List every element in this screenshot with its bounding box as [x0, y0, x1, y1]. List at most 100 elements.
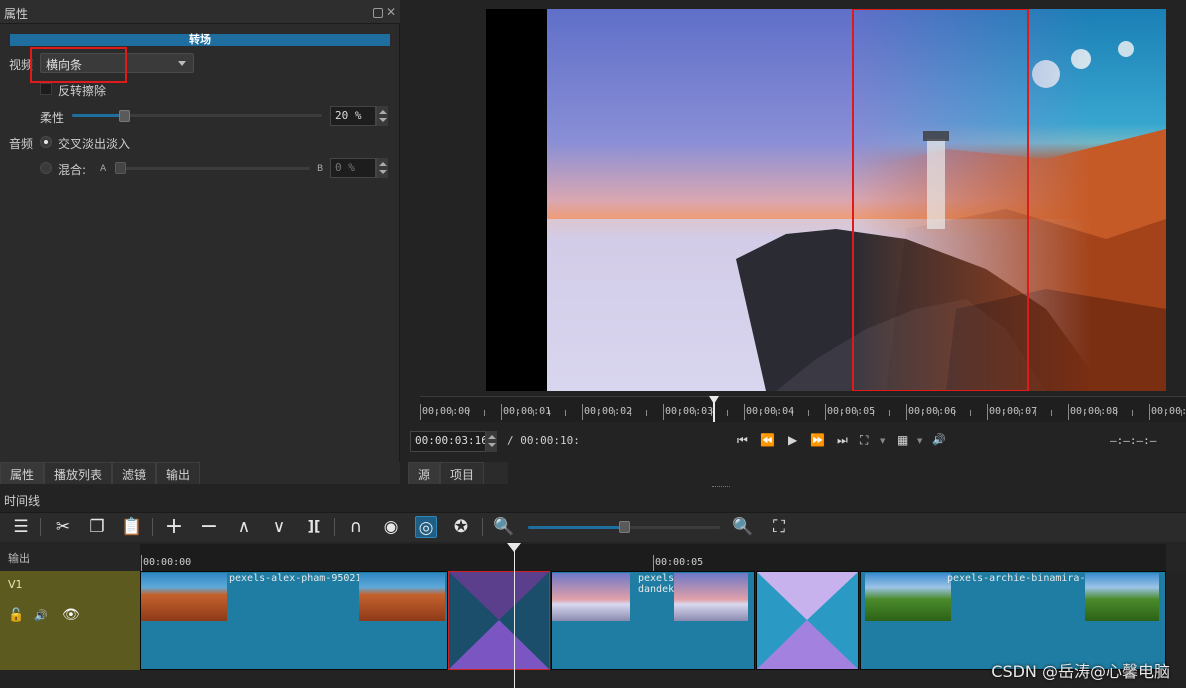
ruler-label: 00:00:06: [908, 406, 957, 417]
left-tabbar: 属性 播放列表 滤镜 输出: [0, 462, 400, 484]
mix-spin-buttons[interactable]: [376, 158, 388, 178]
skip-to-start-icon[interactable]: ⏮: [737, 433, 748, 448]
timeline-title: 时间线: [4, 494, 41, 508]
copy-icon[interactable]: ❐: [86, 516, 108, 538]
cut-icon[interactable]: ✂: [52, 516, 74, 538]
fast-forward-icon[interactable]: ⏩: [810, 433, 825, 447]
ruler-tick: [906, 404, 907, 420]
chevron-down-icon: [178, 61, 186, 66]
eye-icon[interactable]: 👁: [62, 607, 80, 623]
timeline-zoom-handle[interactable]: [619, 521, 630, 533]
zoom-out-icon[interactable]: 🔍: [493, 516, 515, 538]
split-icon[interactable]: ][: [303, 516, 325, 538]
mix-radio[interactable]: [40, 162, 52, 174]
ruler-label: 00:00:00: [422, 406, 471, 417]
transition-clip-selected[interactable]: [448, 571, 550, 670]
tab-source[interactable]: 源: [408, 462, 441, 484]
ruler-minor-tick: [484, 410, 485, 416]
zoom-dropdown-icon[interactable]: ▼: [880, 437, 885, 445]
ruler-minor-tick: [646, 410, 647, 416]
dock-splitter[interactable]: [712, 486, 730, 488]
duration-label: / 00:00:10:: [507, 434, 580, 447]
ruler-minor-tick: [565, 410, 566, 416]
clip-anand-dandekar[interactable]: pexels-anand-dandeka: [551, 571, 755, 670]
transition-icon: [449, 572, 549, 669]
zoom-fit-icon[interactable]: ⛶: [768, 516, 790, 538]
player-tabbar: 源项目: [408, 462, 508, 484]
ruler-label: 00:00:03: [665, 406, 714, 417]
add-icon[interactable]: +: [163, 516, 185, 538]
ruler-tick: [582, 404, 583, 420]
ruler-minor-tick: [889, 410, 890, 416]
reverse-wipe-checkbox[interactable]: [40, 83, 52, 95]
menu-icon[interactable]: ☰: [10, 516, 32, 538]
ruler-label: 00:00:04: [746, 406, 795, 417]
tab-filters[interactable]: 滤镜: [112, 462, 157, 484]
grid-icon[interactable]: ▦: [897, 433, 908, 447]
remove-icon[interactable]: −: [198, 516, 220, 538]
skip-to-end-icon[interactable]: ⏭: [837, 433, 848, 448]
softness-slider-fill: [72, 114, 122, 117]
mute-icon[interactable]: 🔊: [34, 609, 48, 622]
crossfade-label: 交叉淡出淡入: [58, 137, 131, 151]
track-name: V1: [8, 578, 23, 591]
watermark: CSDN @岳涛@心馨电脑: [991, 662, 1170, 681]
ruler-tick: [501, 404, 502, 420]
ruler-label: 00:00:05: [827, 406, 876, 417]
properties-title: 属性: [4, 7, 29, 21]
ruler-tick: [987, 404, 988, 420]
player-playhead-line: [713, 402, 715, 422]
in-out-readout: —:—:—:—: [1110, 434, 1157, 447]
timecode-spin-buttons[interactable]: [485, 431, 497, 452]
audio-label: 音频: [9, 137, 34, 151]
grid-dropdown-icon[interactable]: ▼: [917, 437, 922, 445]
toolbar-divider: [40, 518, 41, 536]
ripple-icon[interactable]: ◎: [415, 516, 437, 538]
ruler-minor-tick: [1051, 410, 1052, 416]
ruler-minor-tick: [970, 410, 971, 416]
preview-image: [486, 9, 1166, 391]
tab-project[interactable]: 项目: [440, 462, 485, 484]
crossfade-radio[interactable]: [40, 136, 52, 148]
clip-archie-binamira[interactable]: pexels-archie-binamira-672451.jpg: [860, 571, 1166, 670]
transition-icon: [757, 572, 858, 669]
transition-clip[interactable]: [756, 571, 859, 670]
clip-alex-pham[interactable]: pexels-alex-pham-950210.jpg: [140, 571, 448, 670]
mix-slider-handle[interactable]: [115, 162, 126, 174]
softness-slider-handle[interactable]: [119, 110, 130, 122]
timecode-field[interactable]: 00:00:03:16: [410, 431, 496, 452]
paste-icon[interactable]: 📋: [121, 516, 143, 538]
mix-slider[interactable]: [115, 167, 310, 170]
ruler-tick: [420, 404, 421, 420]
timeline-zoom-fill: [528, 526, 624, 529]
timeline-ruler-label: 00:00:05: [655, 557, 704, 568]
softness-spin-buttons[interactable]: [376, 106, 388, 126]
overwrite-icon[interactable]: ∨: [268, 516, 290, 538]
snap-icon[interactable]: ∩: [345, 516, 367, 538]
ruler-label: 00:00:02: [584, 406, 633, 417]
play-icon[interactable]: ▶: [788, 433, 797, 447]
timeline-ruler-tick: [653, 555, 654, 571]
tab-properties[interactable]: 属性: [0, 462, 45, 484]
zoom-icon[interactable]: ⛶: [860, 433, 868, 448]
lock-icon[interactable]: 🔓: [8, 608, 24, 623]
scrub-icon[interactable]: ◉: [380, 516, 402, 538]
rewind-icon[interactable]: ⏪: [760, 433, 775, 447]
zoom-in-icon[interactable]: 🔍: [732, 516, 754, 538]
volume-icon[interactable]: 🔊: [932, 433, 946, 446]
ripple-all-icon[interactable]: ✪: [450, 516, 472, 538]
toolbar-divider: [334, 518, 335, 536]
clip-thumbnail: [141, 573, 227, 621]
softness-slider[interactable]: [72, 114, 322, 117]
tab-export[interactable]: 输出: [156, 462, 201, 484]
mix-label: 混合:: [58, 163, 87, 177]
ruler-minor-tick: [1132, 410, 1133, 416]
softness-label: 柔性: [40, 111, 65, 125]
lift-icon[interactable]: ∧: [233, 516, 255, 538]
close-panel-icon[interactable]: ✕: [386, 6, 396, 18]
float-panel-button[interactable]: [373, 8, 383, 18]
softness-spinbox[interactable]: 20 %: [330, 106, 376, 126]
mix-spinbox[interactable]: 0 %: [330, 158, 376, 178]
ruler-tick: [1149, 404, 1150, 420]
tab-playlist[interactable]: 播放列表: [44, 462, 113, 484]
